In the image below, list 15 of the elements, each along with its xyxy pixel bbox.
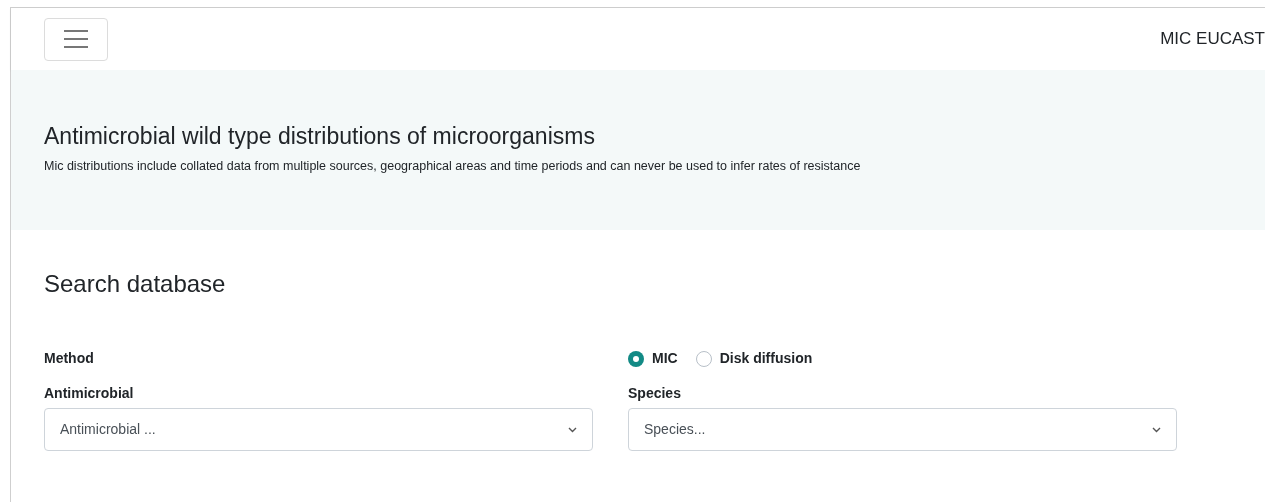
method-label: Method: [44, 349, 95, 368]
field-label: Species: [628, 384, 682, 403]
field-label: Antimicrobial: [44, 384, 135, 403]
chevron-icon: [568, 426, 577, 433]
select-field[interactable]: Antimicrobial ...: [44, 408, 593, 451]
method-radio[interactable]: MIC: [628, 348, 678, 369]
menu-button[interactable]: [44, 17, 108, 61]
chevron-icon: [1152, 426, 1161, 433]
banner-text: Mic distributions include collated data from multiple sources, geographical areas and time periods and can never be used to infer rates of resistance: [44, 157, 862, 175]
method-radio[interactable]: Disk diffusion: [695, 348, 813, 369]
brand-title[interactable]: MIC EUCAST: [1160, 26, 1265, 52]
search-title: Search database: [44, 269, 227, 299]
banner-title: Antimicrobial wild type distributions of microorganisms: [44, 122, 596, 151]
select-field[interactable]: Species...: [628, 408, 1177, 451]
menu-icon: [64, 30, 88, 48]
